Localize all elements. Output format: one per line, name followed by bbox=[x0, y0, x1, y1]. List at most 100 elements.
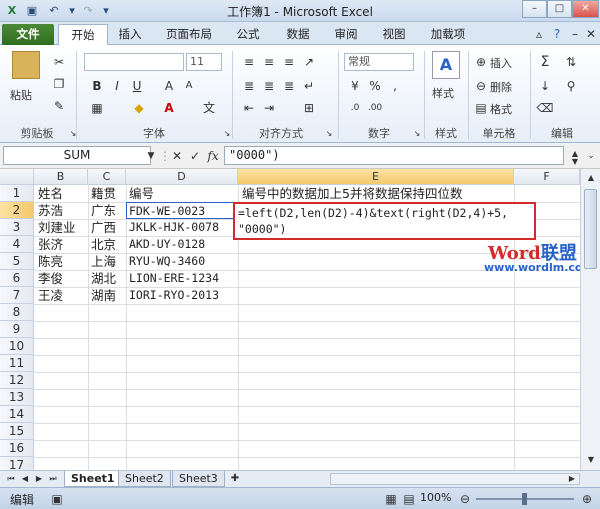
cancel-icon[interactable]: ✕ bbox=[168, 147, 186, 165]
cell-D5[interactable]: RYU-WQ-3460 bbox=[127, 253, 205, 270]
orientation-icon[interactable]: ↗ bbox=[300, 53, 318, 71]
cell-C3[interactable]: 广西 bbox=[89, 219, 116, 236]
cell-C4[interactable]: 北京 bbox=[89, 236, 116, 253]
expand-formula-bar-icon[interactable]: ⌄ bbox=[582, 147, 600, 165]
paste-button[interactable]: 粘贴 bbox=[10, 87, 32, 103]
cell-D6[interactable]: LION-ERE-1234 bbox=[127, 270, 219, 287]
scroll-down-icon[interactable]: ▼ bbox=[582, 451, 600, 469]
insert-sheet-icon[interactable]: ✚ bbox=[226, 470, 244, 488]
styles-button[interactable]: 样式 bbox=[432, 85, 454, 101]
cell-D2[interactable]: FDK-WE-0023 bbox=[126, 202, 238, 219]
clipboard-launcher-icon[interactable]: ↘ bbox=[64, 125, 82, 143]
font-name-dropdown[interactable] bbox=[84, 53, 184, 71]
scroll-right-icon[interactable]: ▶ bbox=[563, 470, 581, 488]
borders-icon[interactable]: ▦ bbox=[88, 99, 106, 117]
column-header-active[interactable]: E bbox=[238, 169, 514, 185]
row-header[interactable]: 6 bbox=[0, 270, 34, 287]
cell-B6[interactable]: 李俊 bbox=[36, 270, 63, 287]
align-middle-icon[interactable]: ≡ bbox=[260, 53, 278, 71]
align-left-icon[interactable]: ≣ bbox=[240, 77, 258, 95]
tab-file[interactable]: 文件 bbox=[2, 24, 54, 45]
row-header[interactable]: 12 bbox=[0, 372, 34, 389]
cell-B3[interactable]: 刘建业 bbox=[36, 219, 76, 236]
cell-C5[interactable]: 上海 bbox=[89, 253, 116, 270]
increase-font-icon[interactable]: A bbox=[160, 77, 178, 95]
row-header[interactable]: 10 bbox=[0, 338, 34, 355]
decrease-indent-icon[interactable]: ⇤ bbox=[240, 99, 258, 117]
comma-style-icon[interactable]: , bbox=[386, 77, 404, 95]
normal-view-icon[interactable]: ▦ bbox=[382, 490, 400, 508]
align-top-icon[interactable]: ≡ bbox=[240, 53, 258, 71]
row-header[interactable]: 17 bbox=[0, 457, 34, 470]
last-sheet-icon[interactable]: ⏭ bbox=[44, 470, 62, 488]
close-button[interactable]: ✕ bbox=[572, 0, 599, 18]
align-center-icon[interactable]: ≣ bbox=[260, 77, 278, 95]
minimize-ribbon-icon[interactable]: ▵ bbox=[530, 25, 548, 43]
zoom-in-icon[interactable]: ⊕ bbox=[578, 490, 596, 508]
row-header[interactable]: 13 bbox=[0, 389, 34, 406]
cell-D7[interactable]: IORI-RYO-2013 bbox=[127, 287, 219, 304]
format-painter-icon[interactable]: ✎ bbox=[50, 97, 68, 115]
underline-icon[interactable]: U bbox=[128, 77, 146, 95]
column-header[interactable]: D bbox=[126, 169, 238, 185]
cell-C2[interactable]: 广东 bbox=[89, 202, 116, 219]
tab-insert[interactable]: 插入 bbox=[112, 24, 148, 45]
enter-icon[interactable]: ✓ bbox=[186, 147, 204, 165]
cell-D3[interactable]: JKLK-HJK-0078 bbox=[127, 219, 219, 236]
tab-home[interactable]: 开始 bbox=[58, 24, 108, 45]
cell-C7[interactable]: 湖南 bbox=[89, 287, 116, 304]
tab-view[interactable]: 视图 bbox=[376, 24, 412, 45]
zoom-out-icon[interactable]: ⊖ bbox=[456, 490, 474, 508]
format-cells-button[interactable]: 格式 bbox=[490, 101, 512, 117]
workbook-close-icon[interactable]: ✕ bbox=[582, 25, 600, 43]
sheet-tab-3[interactable]: Sheet3 bbox=[172, 471, 225, 487]
row-header[interactable]: 15 bbox=[0, 423, 34, 440]
row-header[interactable]: 11 bbox=[0, 355, 34, 372]
sort-filter-icon[interactable]: ⇅ bbox=[562, 53, 580, 71]
cell-B5[interactable]: 陈亮 bbox=[36, 253, 63, 270]
cell-E1[interactable]: 编号中的数据加上5并将数据保持四位数 bbox=[240, 185, 462, 202]
vertical-scrollbar[interactable]: ▲ ▼ bbox=[580, 169, 600, 470]
insert-cells-icon[interactable]: ⊕ bbox=[472, 53, 490, 71]
row-header[interactable]: 16 bbox=[0, 440, 34, 457]
tab-addins[interactable]: 加载项 bbox=[424, 24, 472, 45]
row-header[interactable]: 7 bbox=[0, 287, 34, 304]
formula-input[interactable]: "0000") bbox=[224, 146, 564, 165]
row-header-active[interactable]: 2 bbox=[0, 202, 34, 219]
sheet-tab-1[interactable]: Sheet1 bbox=[64, 471, 122, 487]
autosum-icon[interactable]: Σ bbox=[536, 53, 554, 71]
cell-B1[interactable]: 姓名 bbox=[36, 185, 63, 202]
font-color-icon[interactable]: A bbox=[160, 99, 178, 117]
align-right-icon[interactable]: ≣ bbox=[280, 77, 298, 95]
tab-formulas[interactable]: 公式 bbox=[230, 24, 266, 45]
alignment-launcher-icon[interactable]: ↘ bbox=[320, 125, 338, 143]
italic-icon[interactable]: I bbox=[108, 77, 126, 95]
column-header[interactable]: F bbox=[514, 169, 580, 185]
sheet-tab-2[interactable]: Sheet2 bbox=[118, 471, 171, 487]
row-header[interactable]: 14 bbox=[0, 406, 34, 423]
horizontal-scrollbar[interactable] bbox=[330, 473, 580, 485]
cell-B2[interactable]: 苏浩 bbox=[36, 202, 63, 219]
font-size-dropdown[interactable]: 11 bbox=[186, 53, 222, 71]
minimize-button[interactable]: – bbox=[522, 0, 547, 18]
percent-icon[interactable]: % bbox=[366, 77, 384, 95]
increase-decimal-icon[interactable]: .0 bbox=[346, 99, 364, 117]
row-header[interactable]: 5 bbox=[0, 253, 34, 270]
tab-page-layout[interactable]: 页面布局 bbox=[158, 24, 220, 45]
decrease-font-icon[interactable]: A bbox=[180, 77, 198, 95]
bold-icon[interactable]: B bbox=[88, 77, 106, 95]
row-header[interactable]: 8 bbox=[0, 304, 34, 321]
cell-D1[interactable]: 编号 bbox=[127, 185, 154, 202]
insert-cells-button[interactable]: 插入 bbox=[490, 55, 512, 71]
fill-icon[interactable]: ↓ bbox=[536, 77, 554, 95]
cell-B7[interactable]: 王凌 bbox=[36, 287, 63, 304]
clear-icon[interactable]: ⌫ bbox=[536, 99, 554, 117]
row-header[interactable]: 3 bbox=[0, 219, 34, 236]
zoom-level[interactable]: 100% bbox=[420, 491, 451, 504]
paste-icon[interactable] bbox=[12, 51, 40, 79]
fill-color-icon[interactable]: ◆ bbox=[130, 99, 148, 117]
font-launcher-icon[interactable]: ↘ bbox=[218, 125, 236, 143]
wrap-text-icon[interactable]: ↵ bbox=[300, 77, 318, 95]
cell-C6[interactable]: 湖北 bbox=[89, 270, 116, 287]
column-header[interactable]: B bbox=[34, 169, 88, 185]
